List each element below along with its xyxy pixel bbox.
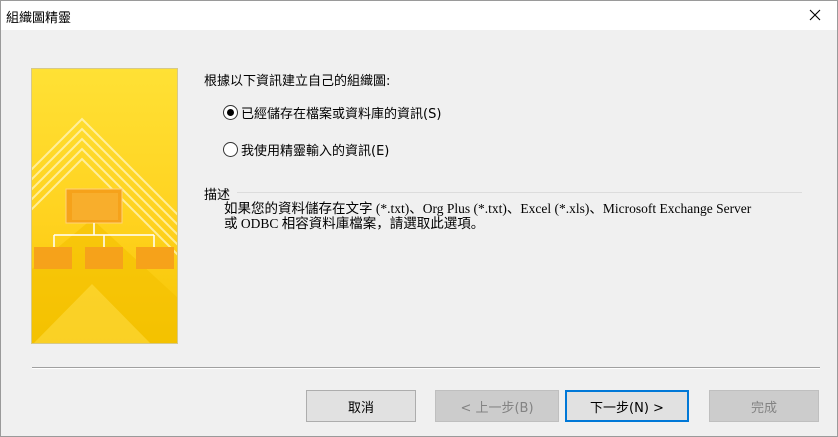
window-title: 組織圖精靈: [6, 11, 72, 26]
close-icon: [809, 9, 821, 21]
description-line-2: 或 ODBC 相容資料庫檔案，請選取此選項。: [224, 216, 485, 231]
description-text: 如果您的資料儲存在文字 (*.txt)、Org Plus (*.txt)、Exc…: [224, 201, 814, 231]
radio-option-wizard-input[interactable]: 我使用精靈輸入的資訊(E): [223, 140, 389, 159]
title-bar: 組織圖精靈: [0, 0, 838, 30]
radio-dot-icon: [227, 109, 234, 116]
radio-button-unselected[interactable]: [223, 142, 238, 157]
radio-button-selected[interactable]: [223, 105, 238, 120]
radio-option-existing-data[interactable]: 已經儲存在檔案或資料庫的資訊(S): [223, 103, 441, 122]
close-button[interactable]: [792, 0, 838, 30]
cancel-button[interactable]: 取消: [306, 390, 416, 422]
description-line-1: 如果您的資料儲存在文字 (*.txt)、Org Plus (*.txt)、Exc…: [224, 201, 752, 216]
next-button[interactable]: 下一步(N) >: [565, 390, 689, 422]
back-button[interactable]: < 上一步(B): [435, 390, 559, 422]
wizard-banner-image: [31, 68, 178, 344]
wizard-prompt: 根據以下資訊建立自己的組織圖:: [204, 74, 391, 89]
radio-label-existing-data: 已經儲存在檔案或資料庫的資訊(S): [241, 107, 442, 122]
finish-button[interactable]: 完成: [709, 390, 819, 422]
radio-label-wizard-input: 我使用精靈輸入的資訊(E): [241, 144, 390, 159]
footer-separator: [32, 367, 820, 369]
description-divider: [237, 192, 802, 193]
